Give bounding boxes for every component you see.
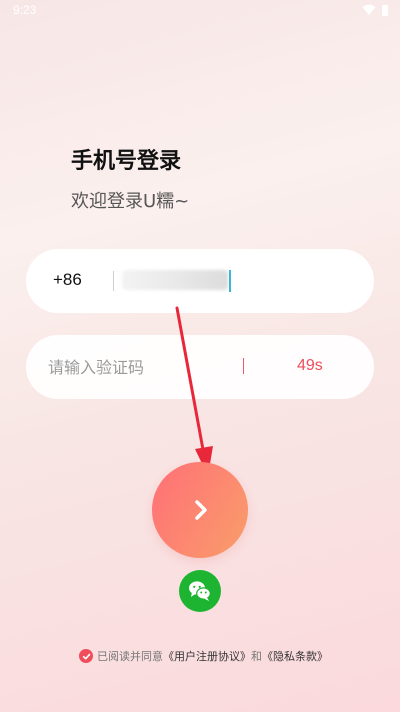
- verification-code-field[interactable]: 49s: [26, 335, 374, 399]
- check-circle-icon[interactable]: [79, 649, 93, 663]
- submit-button[interactable]: [152, 462, 248, 558]
- resend-countdown[interactable]: 49s: [297, 357, 323, 375]
- agreement-conjunction: 和: [251, 650, 262, 663]
- wechat-icon: [189, 581, 211, 601]
- status-icons: [362, 4, 388, 16]
- phone-input[interactable]: [120, 269, 230, 293]
- chevron-right-icon: [195, 500, 207, 520]
- wifi-icon: [362, 4, 376, 15]
- phone-field[interactable]: +86: [26, 249, 374, 313]
- wechat-login-button[interactable]: [179, 570, 221, 612]
- agreement-prefix: 已阅读并同意: [97, 650, 163, 663]
- phone-divider: [113, 271, 114, 291]
- code-divider: [243, 358, 244, 374]
- verification-code-input[interactable]: [48, 355, 238, 379]
- privacy-policy-link[interactable]: 《隐私条款》: [262, 648, 328, 664]
- status-bar: 9:23: [0, 0, 400, 22]
- page-subtitle: 欢迎登录U糯~: [71, 191, 190, 212]
- battery-icon: [382, 4, 388, 16]
- status-time: 9:23: [13, 3, 37, 17]
- text-cursor: [229, 270, 231, 292]
- agreement-row: 已阅读并同意 《用户注册协议》 和 《隐私条款》: [79, 648, 328, 664]
- page-title: 手机号登录: [71, 149, 182, 174]
- country-code[interactable]: +86: [53, 270, 82, 290]
- user-agreement-link[interactable]: 《用户注册协议》: [163, 648, 251, 664]
